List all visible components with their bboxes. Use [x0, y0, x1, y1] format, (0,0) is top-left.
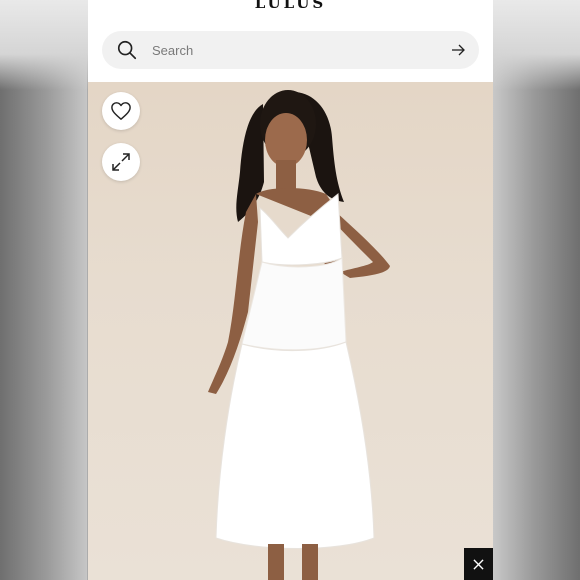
search-input[interactable]	[150, 41, 434, 59]
product-page: LULUS	[88, 0, 493, 580]
search-bar[interactable]	[102, 31, 479, 69]
model-illustration	[208, 90, 390, 580]
close-icon	[473, 558, 484, 570]
close-button[interactable]	[464, 548, 493, 580]
favorite-button[interactable]	[102, 92, 140, 130]
site-logo[interactable]: LULUS	[88, 0, 493, 12]
arrow-right-icon[interactable]	[451, 43, 465, 57]
expand-image-button[interactable]	[102, 143, 140, 181]
site-header: LULUS	[88, 0, 493, 83]
heart-icon	[111, 102, 131, 120]
product-image[interactable]	[88, 82, 493, 580]
search-icon[interactable]	[116, 39, 138, 61]
expand-icon	[112, 153, 130, 171]
